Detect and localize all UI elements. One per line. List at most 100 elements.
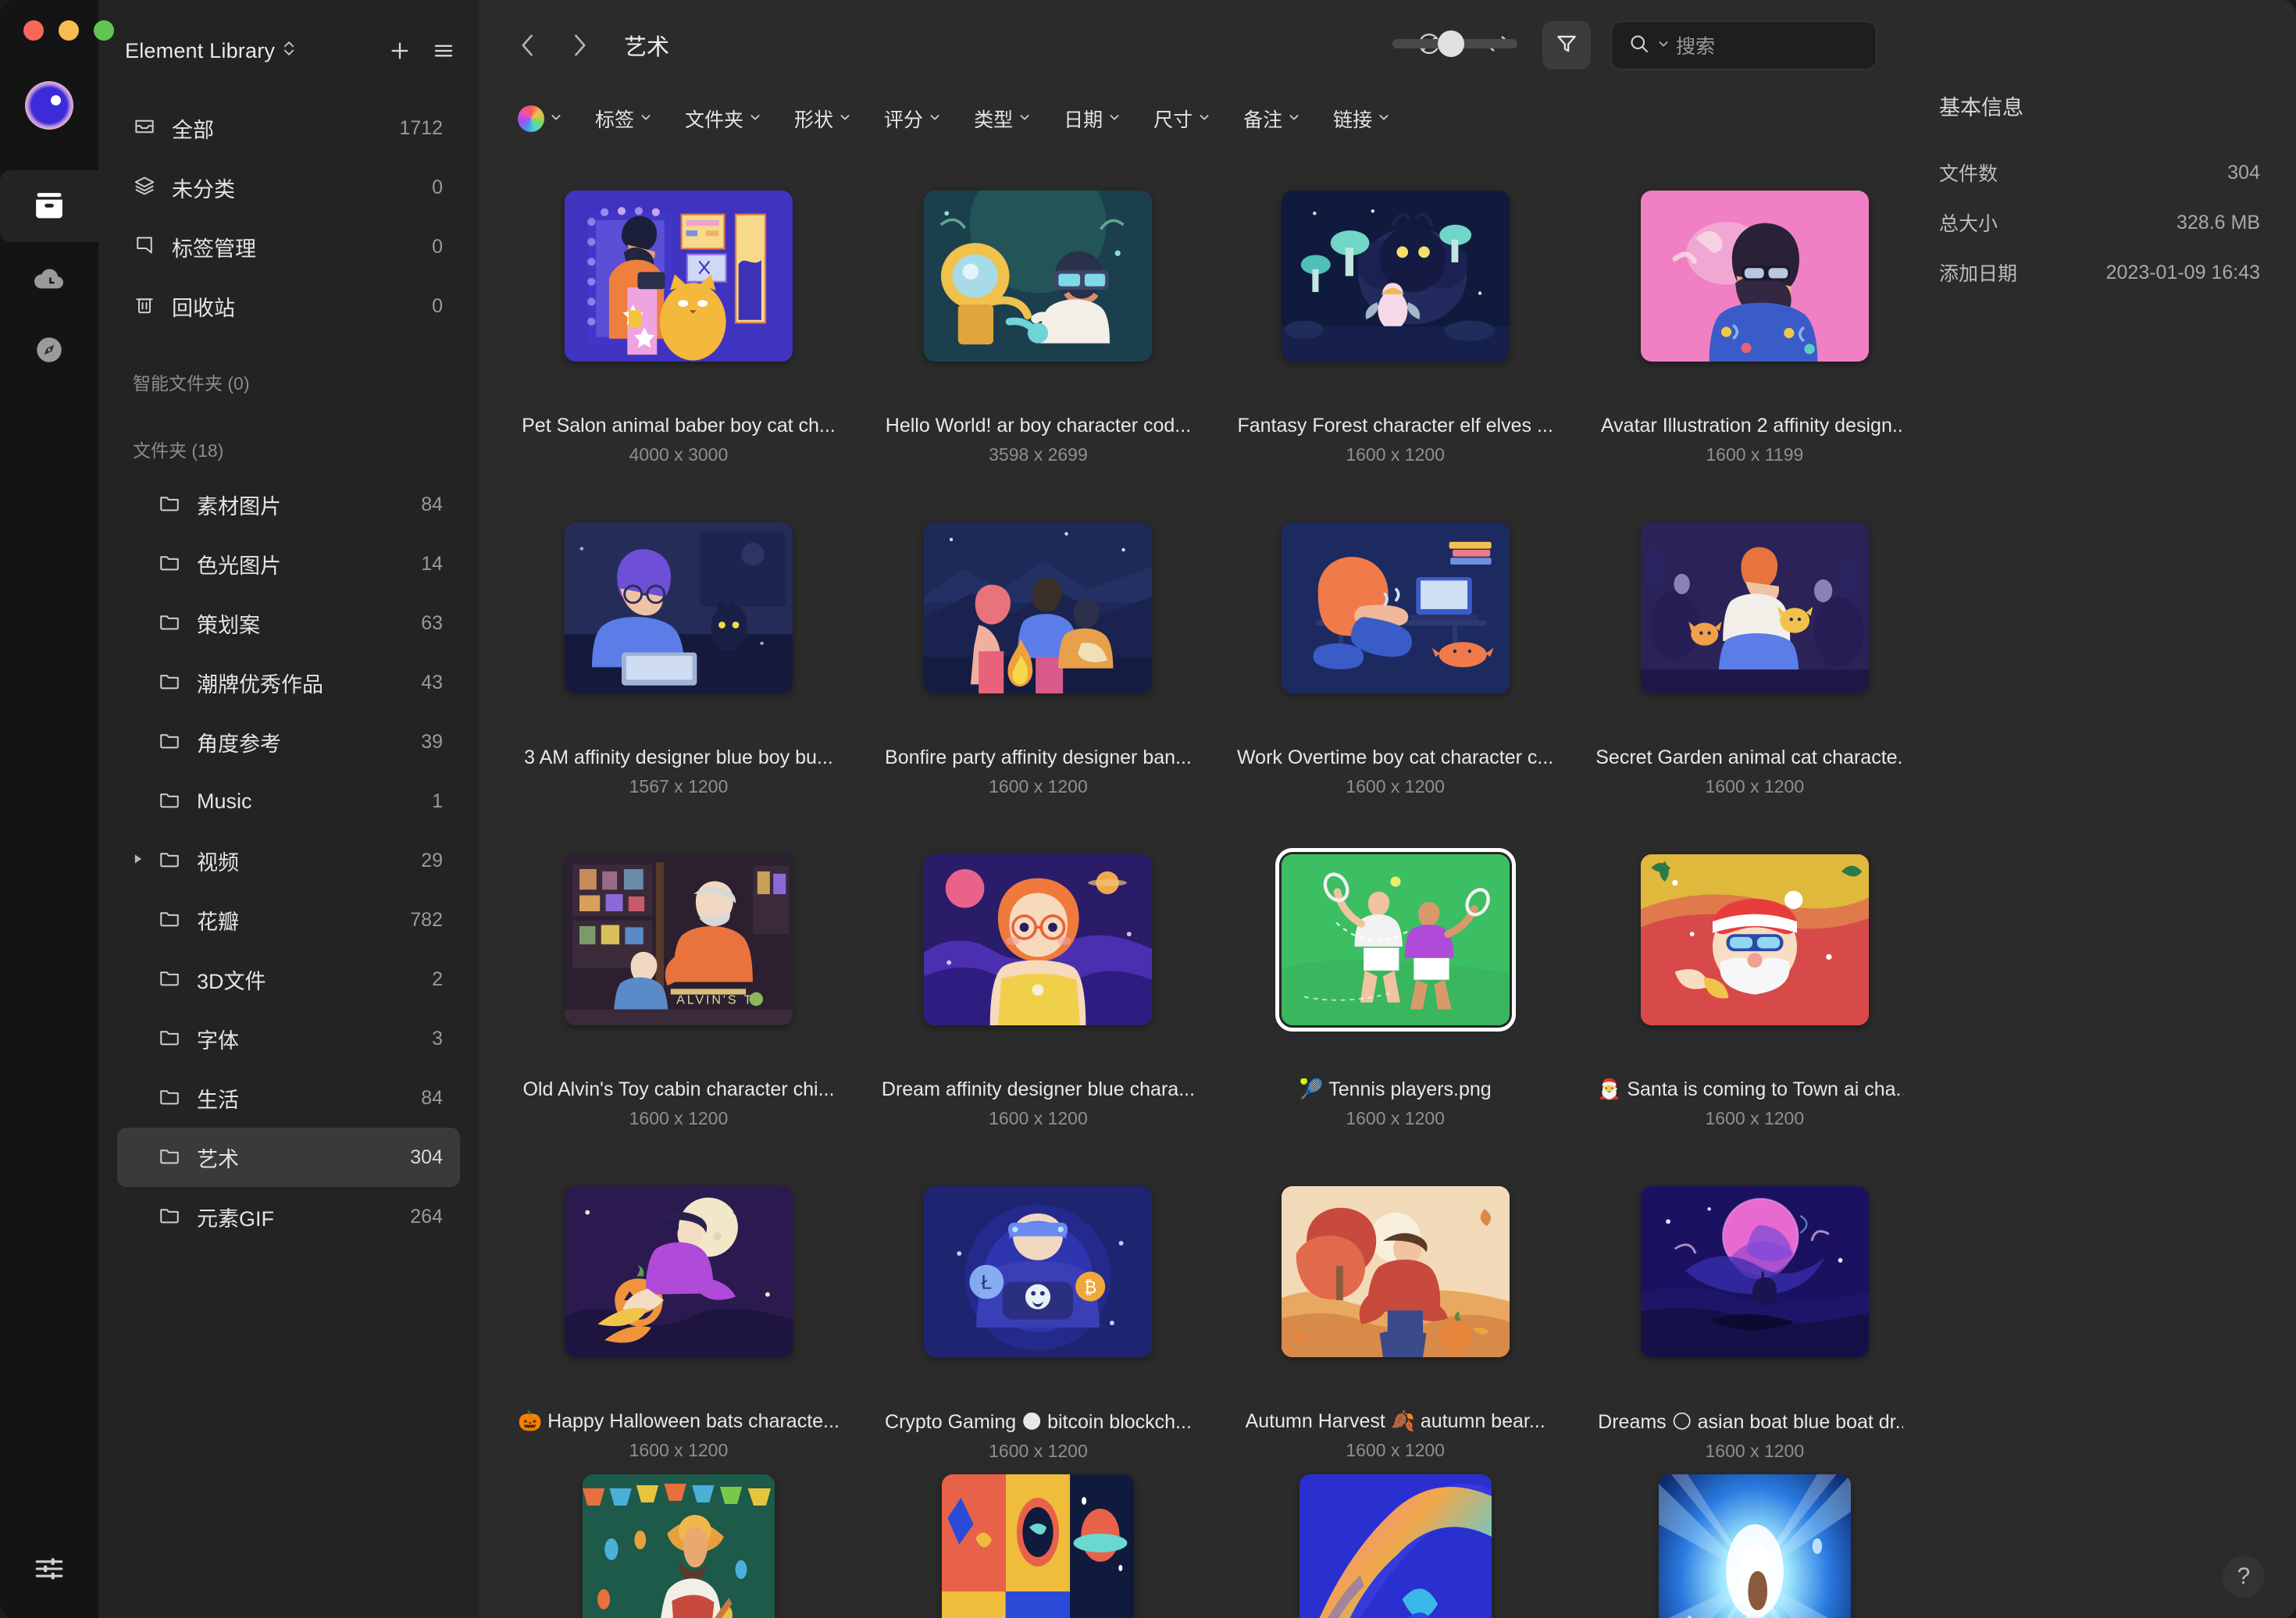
search-input[interactable]: 搜索: [1611, 21, 1877, 69]
thumbnail-three-am[interactable]: [518, 479, 840, 736]
thumbnail-mariachi[interactable]: [518, 1474, 840, 1618]
grid-item[interactable]: Ł ₿ Crypto Gaming 🌑 bitcoin blockch... 1600…: [882, 1142, 1195, 1474]
filter-6[interactable]: 日期: [1064, 105, 1121, 133]
sidebar-folder-3[interactable]: 策划案 63: [117, 593, 460, 653]
search-placeholder: 搜索: [1676, 36, 1716, 58]
sidebar-folder-8[interactable]: 花瓣 782: [117, 890, 460, 950]
sidebar-folder-9[interactable]: 3D文件 2: [117, 950, 460, 1009]
grid-item[interactable]: 🎅 Santa is coming to Town ai cha... 1600 …: [1595, 811, 1903, 1142]
library-switcher[interactable]: Element Library: [125, 38, 296, 64]
grid-item[interactable]: Hello World! ar boy character cod... 3598…: [882, 147, 1195, 479]
grid-item-dimensions: 1600 x 1200: [1705, 1108, 1805, 1128]
app-window: Element Library 全部 1712 未分类 0 标签管理 0 回收站…: [0, 0, 2296, 1618]
grid-item-title: Crypto Gaming 🌑 bitcoin blockch...: [885, 1411, 1192, 1433]
thumbnail-halloween[interactable]: [518, 1142, 840, 1400]
filter-button[interactable]: [1542, 21, 1591, 69]
sidebar-item-all[interactable]: 全部 1712: [117, 98, 460, 158]
thumbnail-light-burst[interactable]: [1595, 1474, 1903, 1618]
thumbnail-bonfire-party[interactable]: [882, 479, 1195, 736]
thumbnail-old-alvins-toy[interactable]: ALVIN'S TO: [518, 811, 840, 1068]
filter-2[interactable]: 文件夹: [685, 105, 761, 133]
sidebar-folder-7[interactable]: 视频 29: [117, 831, 460, 890]
filter-4[interactable]: 评分: [884, 105, 941, 133]
sidebar-folder-2[interactable]: 色光图片 14: [117, 534, 460, 593]
grid-item[interactable]: Fantasy Forest character elf elves ... 16…: [1237, 147, 1553, 479]
grid-item[interactable]: Dream affinity designer blue chara... 160…: [882, 811, 1195, 1142]
close-button[interactable]: [23, 20, 44, 41]
sidebar-folder-label: 艺术: [197, 1147, 239, 1171]
back-icon[interactable]: [518, 32, 538, 59]
content-grid-wrapper[interactable]: Pet Salon animal baber boy cat ch... 4000…: [479, 147, 1903, 1618]
disclosure-triangle-icon[interactable]: [133, 854, 148, 868]
sidebar-folder-4[interactable]: 潮牌优秀作品 43: [117, 653, 460, 712]
grid-item[interactable]: Autumn Harvest 🍂 autumn bear... 1600 x 12…: [1237, 1142, 1553, 1474]
sidebar-folder-11[interactable]: 生活 84: [117, 1068, 460, 1128]
filter-3[interactable]: 形状: [794, 105, 851, 133]
rail-settings-button[interactable]: [0, 1552, 98, 1590]
sidebar-item-uncategorized[interactable]: 未分类 0: [117, 158, 460, 217]
add-folder-button[interactable]: [388, 39, 412, 62]
sidebar-folder-5[interactable]: 角度参考 39: [117, 712, 460, 772]
grid-item[interactable]: Avatar Illustration 2 affinity design...…: [1595, 147, 1903, 479]
grid-item[interactable]: 🎃 Happy Halloween bats characte... 1600 x…: [518, 1142, 840, 1474]
grid-item[interactable]: Secret Garden animal cat characte... 1600…: [1595, 479, 1903, 811]
minimize-button[interactable]: [59, 20, 79, 41]
thumbnail-santa[interactable]: [1595, 811, 1903, 1068]
thumbnail-gradient-ribbon[interactable]: [1237, 1474, 1553, 1618]
grid-item[interactable]: [1595, 1474, 1903, 1618]
slider-knob[interactable]: [1438, 30, 1464, 57]
grid-item[interactable]: 3 AM affinity designer blue boy bu... 156…: [518, 479, 840, 811]
filter-1[interactable]: 标签: [595, 105, 652, 133]
grid-item[interactable]: ALVIN'S TO Old Alvin's Toy cabin characte…: [518, 811, 840, 1142]
rail-item-recent[interactable]: [0, 242, 98, 314]
grid-item[interactable]: 🎾 Tennis players.png 1600 x 1200: [1237, 811, 1553, 1142]
thumbnail-size-slider[interactable]: [1392, 30, 1517, 57]
thumbnail-crypto-gaming[interactable]: Ł ₿: [882, 1142, 1195, 1400]
eagle-logo-icon[interactable]: [25, 81, 73, 130]
zoom-button[interactable]: [94, 20, 114, 41]
thumbnail-tennis-players[interactable]: [1237, 811, 1553, 1068]
grid-item-dimensions: 1600 x 1199: [1706, 444, 1804, 465]
search-dropdown-icon[interactable]: [1657, 37, 1670, 54]
thumbnail-dreams-boat[interactable]: [1595, 1142, 1903, 1400]
sidebar-menu-button[interactable]: [432, 39, 455, 62]
thumbnail-hello-world[interactable]: [882, 147, 1195, 404]
thumbnail-dream[interactable]: [882, 811, 1195, 1068]
filter-8[interactable]: 备注: [1243, 105, 1300, 133]
grid-item[interactable]: Work Overtime boy cat character c... 1600…: [1237, 479, 1553, 811]
sidebar-folder-6[interactable]: Music 1: [117, 772, 460, 831]
sidebar-folder-count: 782: [410, 908, 443, 931]
forward-icon[interactable]: [569, 32, 590, 59]
sidebar-folder-12[interactable]: 艺术 304: [117, 1128, 460, 1187]
filter-9[interactable]: 链接: [1333, 105, 1390, 133]
sidebar-folder-count: 63: [421, 611, 443, 634]
grid-item[interactable]: [518, 1474, 840, 1618]
filter-7[interactable]: 尺寸: [1153, 105, 1210, 133]
thumbnail-space-grid[interactable]: [882, 1474, 1195, 1618]
grid-item[interactable]: Bonfire party affinity designer ban... 16…: [882, 479, 1195, 811]
sidebar-item-tags[interactable]: 标签管理 0: [117, 217, 460, 276]
thumbnail-fantasy-forest[interactable]: [1237, 147, 1553, 404]
rail-item-discover[interactable]: [0, 314, 98, 386]
left-rail: [0, 0, 98, 1618]
grid-item[interactable]: [882, 1474, 1195, 1618]
grid-item[interactable]: Pet Salon animal baber boy cat ch... 4000…: [518, 147, 840, 479]
inspector-row: 添加日期 2023-01-09 16:43: [1939, 248, 2260, 298]
thumbnail-work-overtime[interactable]: [1237, 479, 1553, 736]
thumbnail-avatar-illustration[interactable]: [1595, 147, 1903, 404]
filter-color-wheel[interactable]: [518, 105, 562, 132]
sidebar-folder-13[interactable]: 元素GIF 264: [117, 1187, 460, 1246]
grid-item[interactable]: [1237, 1474, 1553, 1618]
filter-5[interactable]: 类型: [974, 105, 1031, 133]
folder-icon: [158, 907, 181, 934]
thumbnail-secret-garden[interactable]: [1595, 479, 1903, 736]
sidebar-item-trash[interactable]: 回收站 0: [117, 276, 460, 336]
sidebar-folder-1[interactable]: 素材图片 84: [117, 475, 460, 534]
thumbnail-autumn-harvest[interactable]: [1237, 1142, 1553, 1400]
rail-item-library[interactable]: [0, 170, 98, 242]
thumbnail-pet-salon[interactable]: [518, 147, 840, 404]
grid-item[interactable]: Dreams 🌕 asian boat blue boat dr... 1600 …: [1595, 1142, 1903, 1474]
help-button[interactable]: ?: [2223, 1556, 2265, 1598]
sidebar-folder-10[interactable]: 字体 3: [117, 1009, 460, 1068]
sidebar-folder-count: 84: [421, 493, 443, 515]
